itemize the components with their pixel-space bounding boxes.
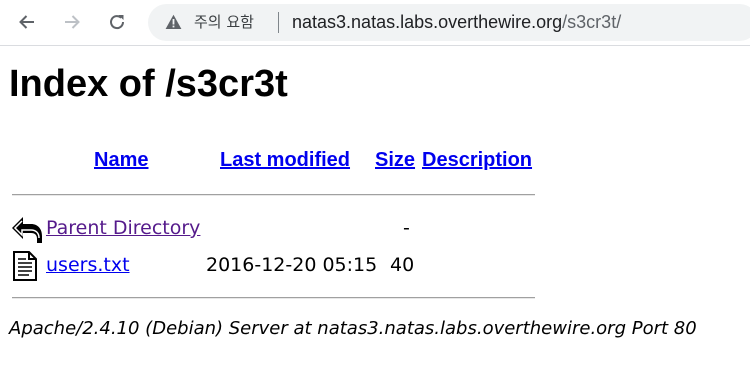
forward-button[interactable] bbox=[57, 7, 87, 37]
parent-directory-link[interactable]: Parent Directory bbox=[46, 216, 200, 240]
security-status-label[interactable]: 주의 요함 bbox=[194, 12, 254, 32]
omnibox-divider bbox=[278, 12, 279, 33]
url-text[interactable]: natas3.natas.labs.overthewire.org/s3cr3t… bbox=[292, 12, 621, 32]
users-txt-last-modified: 2016-12-20 05:15 bbox=[206, 254, 378, 276]
parent-directory-size: - bbox=[403, 217, 410, 239]
users-txt-link[interactable]: users.txt bbox=[46, 253, 130, 277]
browser-toolbar: 주의 요함 natas3.natas.labs.overthewire.org/… bbox=[0, 0, 750, 46]
reload-icon bbox=[110, 15, 125, 30]
page-title: Index of /s3cr3t bbox=[9, 63, 288, 105]
back-arrow-icon bbox=[12, 217, 42, 243]
url-path: /s3cr3t/ bbox=[562, 12, 622, 32]
arrow-left-icon bbox=[19, 15, 34, 29]
users-txt-size: 40 bbox=[390, 254, 415, 276]
address-bar[interactable]: 주의 요함 natas3.natas.labs.overthewire.org/… bbox=[148, 4, 750, 41]
column-header-size[interactable]: Size bbox=[375, 148, 415, 172]
footer-divider bbox=[12, 297, 535, 299]
url-host: natas3.natas.labs.overthewire.org bbox=[292, 12, 563, 32]
reload-button[interactable] bbox=[102, 7, 132, 37]
column-header-last-modified[interactable]: Last modified bbox=[220, 148, 350, 172]
back-button[interactable] bbox=[12, 7, 42, 37]
header-divider bbox=[12, 194, 535, 196]
column-header-name[interactable]: Name bbox=[94, 148, 148, 172]
server-signature: Apache/2.4.10 (Debian) Server at natas3.… bbox=[9, 318, 697, 339]
warning-triangle-icon[interactable] bbox=[165, 14, 182, 30]
arrow-right-icon bbox=[65, 15, 80, 29]
column-header-description[interactable]: Description bbox=[422, 148, 532, 172]
text-file-icon bbox=[13, 251, 37, 281]
